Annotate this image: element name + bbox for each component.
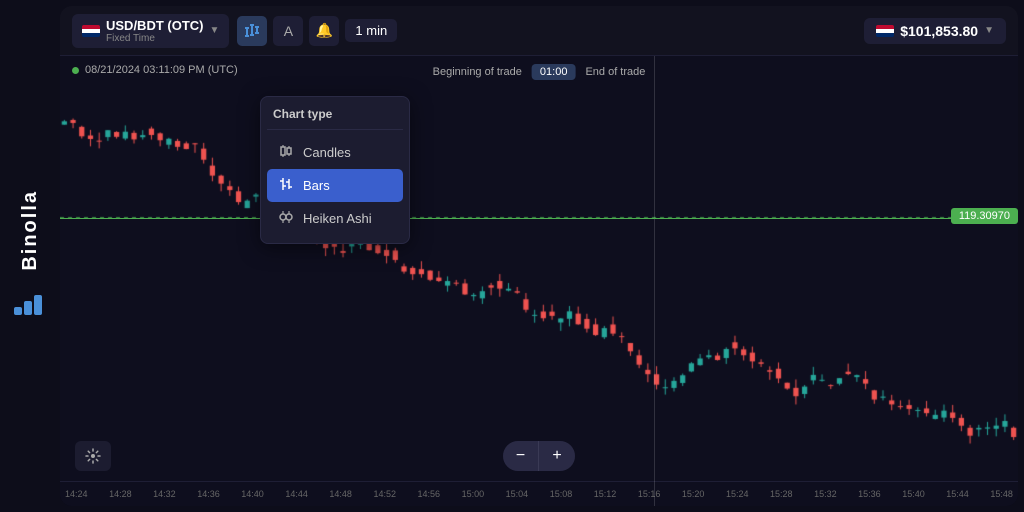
text-icon: A (284, 23, 293, 39)
trade-end-label: End of trade (585, 66, 645, 78)
candles-icon (277, 143, 295, 162)
pair-flag (82, 25, 100, 37)
x-axis-label: 15:40 (902, 489, 925, 499)
chevron-down-icon: ▼ (210, 25, 220, 36)
x-axis-label: 14:36 (197, 489, 220, 499)
chart-canvas (60, 86, 1018, 476)
x-axis-label: 15:28 (770, 489, 793, 499)
x-axis-label: 15:20 (682, 489, 705, 499)
dropdown-title: Chart type (267, 105, 403, 130)
x-axis-label: 14:52 (373, 489, 396, 499)
bars-label: Bars (303, 178, 330, 193)
timeframe-label: 1 min (355, 23, 387, 38)
price-line (60, 218, 1018, 219)
x-axis-label: 14:48 (329, 489, 352, 499)
pair-name: USD/BDT (OTC) (106, 18, 204, 33)
logo-icon (14, 290, 46, 322)
settings-button[interactable] (75, 441, 111, 471)
x-axis-label: 14:28 (109, 489, 132, 499)
chart-type-button[interactable] (237, 16, 267, 46)
trade-start-label: Beginning of trade (433, 66, 522, 78)
balance-flag (876, 25, 894, 37)
toolbar-icons: A 🔔 1 min (237, 16, 397, 46)
chart-type-heiken-ashi[interactable]: Heiken Ashi (267, 202, 403, 235)
trade-vertical-line (654, 56, 655, 506)
x-axis-label: 15:00 (462, 489, 485, 499)
chart-area: 08/21/2024 03:11:09 PM (UTC) Beginning o… (60, 56, 1018, 506)
chart-datetime: 08/21/2024 03:11:09 PM (UTC) (85, 64, 238, 76)
heiken-ashi-icon (277, 209, 295, 228)
zoom-in-button[interactable]: + (539, 441, 575, 471)
main-content: USD/BDT (OTC) Fixed Time ▼ (60, 6, 1018, 506)
zoom-out-button[interactable]: − (503, 441, 539, 471)
trade-timer: 01:00 (532, 64, 576, 80)
x-axis-label: 14:32 (153, 489, 176, 499)
alert-icon: 🔔 (316, 22, 333, 39)
text-tool-button[interactable]: A (273, 16, 303, 46)
chart-type-dropdown: Chart type Candles (260, 96, 410, 244)
x-axis-label: 15:36 (858, 489, 881, 499)
balance-chevron-icon: ▼ (984, 25, 994, 36)
sidebar: Binolla (0, 0, 60, 512)
top-bar-right: $101,853.80 ▼ (864, 18, 1006, 44)
x-axis-label: 15:04 (506, 489, 529, 499)
x-axis-label: 14:44 (285, 489, 308, 499)
x-axis-label: 14:56 (418, 489, 441, 499)
zoom-controls: − + (503, 441, 575, 471)
bars-icon (277, 176, 295, 195)
trade-markers: Beginning of trade 01:00 End of trade (433, 64, 646, 80)
x-axis-label: 15:32 (814, 489, 837, 499)
x-axis-label: 15:44 (946, 489, 969, 499)
x-axis-labels: 14:24 14:28 14:32 14:36 14:40 14:44 14:48 14:52… (60, 489, 1018, 499)
candles-label: Candles (303, 145, 351, 160)
chart-type-candles[interactable]: Candles (267, 136, 403, 169)
top-bar-left: USD/BDT (OTC) Fixed Time ▼ (72, 14, 397, 48)
live-dot (72, 67, 79, 74)
alert-button[interactable]: 🔔 (309, 16, 339, 46)
balance-amount: $101,853.80 (900, 23, 978, 39)
price-label: 119.30970 (951, 208, 1018, 224)
x-axis-label: 15:08 (550, 489, 573, 499)
x-axis-label: 15:16 (638, 489, 661, 499)
chart-type-bars[interactable]: Bars (267, 169, 403, 202)
x-axis-label: 15:48 (990, 489, 1013, 499)
x-axis-label: 15:24 (726, 489, 749, 499)
logo-text: Binolla (19, 190, 42, 271)
app-container: Binolla USD/BDT (OTC) Fixed Time ▼ (0, 0, 1024, 512)
x-axis-label: 15:12 (594, 489, 617, 499)
timeframe-button[interactable]: 1 min (345, 19, 397, 42)
x-axis-label: 14:24 (65, 489, 88, 499)
balance-display[interactable]: $101,853.80 ▼ (864, 18, 1006, 44)
x-axis-label: 14:40 (241, 489, 264, 499)
pair-info: USD/BDT (OTC) Fixed Time (106, 18, 204, 44)
x-axis: 14:24 14:28 14:32 14:36 14:40 14:44 14:48 14:52… (60, 481, 1018, 506)
pair-selector[interactable]: USD/BDT (OTC) Fixed Time ▼ (72, 14, 229, 48)
chart-header-info: 08/21/2024 03:11:09 PM (UTC) (72, 64, 238, 76)
heiken-ashi-label: Heiken Ashi (303, 211, 372, 226)
top-bar: USD/BDT (OTC) Fixed Time ▼ (60, 6, 1018, 56)
pair-subtext: Fixed Time (106, 33, 204, 44)
